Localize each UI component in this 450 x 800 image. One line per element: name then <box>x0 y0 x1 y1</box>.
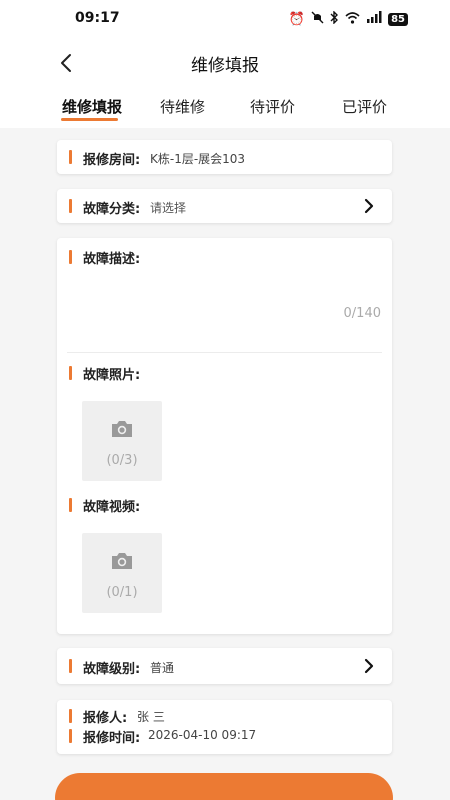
photo-count: (0/3) <box>106 453 138 468</box>
category-selector[interactable]: 故障分类: 请选择 <box>57 189 392 223</box>
videos-label: 故障视频: <box>83 500 141 515</box>
reporter-value: 张 三 <box>137 710 165 724</box>
tab-pending-repair[interactable]: 待维修 <box>160 96 205 117</box>
report-time-label: 报修时间: <box>83 731 141 746</box>
tab-active-indicator <box>61 118 118 121</box>
bluetooth-icon <box>330 10 339 28</box>
status-time: 09:17 <box>75 10 120 26</box>
description-label: 故障描述: <box>83 252 141 267</box>
reporter-card: 报修人: 张 三 报修时间: 2026-04-10 09:17 <box>57 700 392 754</box>
description-input[interactable] <box>67 268 382 338</box>
section-marker <box>69 659 72 673</box>
alarm-icon: ⏰ <box>288 11 306 27</box>
fault-details-card: 故障描述: 0/140 故障照片: (0/3) 故障视频: (0/1) <box>57 238 392 634</box>
section-marker <box>69 498 72 512</box>
section-marker <box>69 250 72 264</box>
level-value: 普通 <box>150 661 175 675</box>
battery-icon: 85 <box>388 13 408 26</box>
video-count: (0/1) <box>106 585 138 600</box>
level-selector[interactable]: 故障级别: 普通 <box>57 648 392 684</box>
wifi-icon <box>345 11 360 28</box>
tab-bar: 维修填报 待维修 待评价 已评价 <box>0 86 450 128</box>
description-counter: 0/140 <box>343 306 381 321</box>
section-marker <box>69 729 72 743</box>
room-value: K栋-1层-展会103 <box>150 152 246 166</box>
section-marker <box>69 150 72 164</box>
chevron-right-icon <box>364 198 374 214</box>
photo-upload-button[interactable]: (0/3) <box>82 401 162 481</box>
divider <box>67 352 382 353</box>
reporter-label: 报修人: <box>83 711 128 726</box>
camera-icon <box>112 553 132 569</box>
category-label: 故障分类: <box>83 202 141 217</box>
tab-pending-review[interactable]: 待评价 <box>250 96 295 117</box>
section-marker <box>69 199 72 213</box>
video-upload-button[interactable]: (0/1) <box>82 533 162 613</box>
section-marker <box>69 709 72 723</box>
room-card: 报修房间: K栋-1层-展会103 <box>57 140 392 174</box>
room-label: 报修房间: <box>83 153 141 168</box>
submit-button[interactable] <box>55 773 393 800</box>
report-time-value: 2026-04-10 09:17 <box>148 728 257 742</box>
mute-icon <box>311 11 324 28</box>
signal-icon <box>366 11 382 28</box>
status-icons: ⏰ 85 <box>288 10 408 28</box>
section-marker <box>69 366 72 380</box>
page-title: 维修填报 <box>191 56 259 76</box>
category-value: 请选择 <box>150 201 187 215</box>
level-label: 故障级别: <box>83 662 141 677</box>
tab-reviewed[interactable]: 已评价 <box>342 96 387 117</box>
status-bar: 09:17 ⏰ 85 <box>0 0 450 40</box>
camera-icon <box>112 421 132 437</box>
tab-repair-report[interactable]: 维修填报 <box>62 96 122 117</box>
nav-bar: 维修填报 <box>0 40 450 86</box>
photos-label: 故障照片: <box>83 368 141 383</box>
chevron-right-icon <box>364 658 374 674</box>
